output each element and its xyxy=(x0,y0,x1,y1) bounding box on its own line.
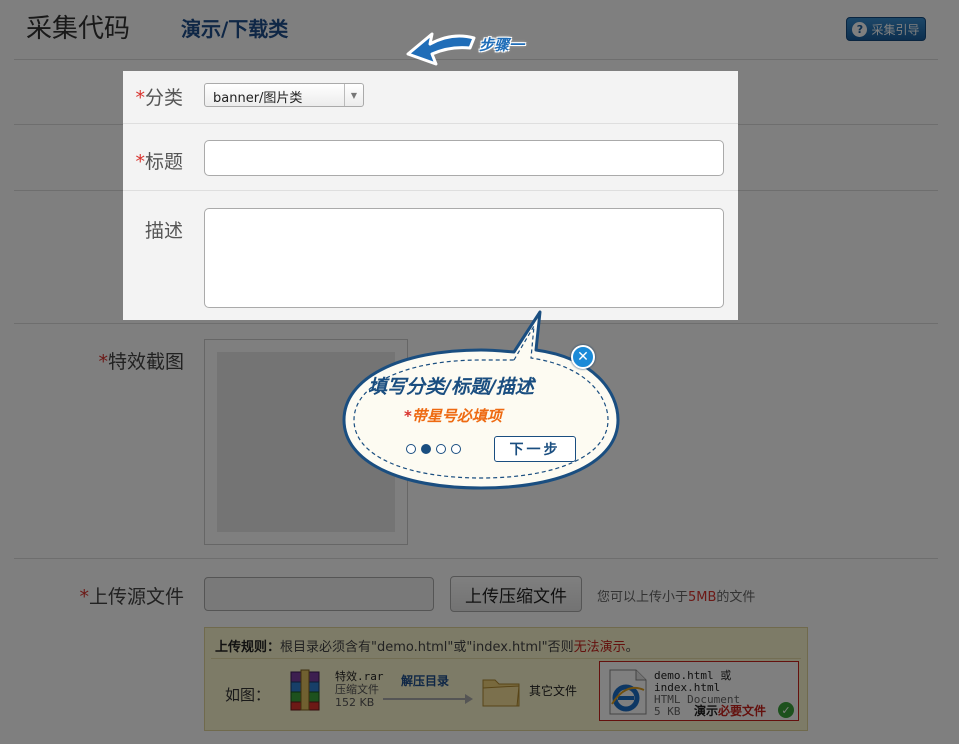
category-label-text: 分类 xyxy=(144,87,183,109)
step-dot-2[interactable] xyxy=(421,444,431,454)
speech-bubble xyxy=(342,310,620,490)
required-star: * xyxy=(135,151,145,173)
description-textarea[interactable] xyxy=(204,208,724,308)
title-label: *标题 xyxy=(123,147,183,174)
step-label: 步骤一 xyxy=(479,36,525,54)
divider xyxy=(123,190,738,191)
required-star: * xyxy=(404,407,412,425)
step-dot-4[interactable] xyxy=(451,444,461,454)
bubble-note-text: 带星号必填项 xyxy=(411,407,502,425)
step-dots xyxy=(406,444,461,454)
step-pointer-arrow-icon xyxy=(406,32,476,66)
bubble-note: *带星号必填项 xyxy=(404,405,502,426)
required-star: * xyxy=(135,87,145,109)
step-dot-3[interactable] xyxy=(436,444,446,454)
step-dot-1[interactable] xyxy=(406,444,416,454)
chevron-down-icon: ▼ xyxy=(344,84,363,106)
description-label: 描述 xyxy=(144,220,183,242)
divider xyxy=(123,123,738,124)
title-input[interactable] xyxy=(204,140,724,176)
highlighted-form-panel: *分类 banner/图片类 ▼ *标题 描述 xyxy=(123,71,738,320)
category-select[interactable]: banner/图片类 ▼ xyxy=(204,83,364,107)
category-label: *分类 xyxy=(123,83,183,110)
close-guide-button[interactable]: ✕ xyxy=(571,345,595,369)
title-label-text: 标题 xyxy=(144,151,183,173)
category-select-value: banner/图片类 xyxy=(213,91,303,106)
bubble-title: 填写分类/标题/描述 xyxy=(368,376,534,398)
next-step-button[interactable]: 下一步 xyxy=(494,436,576,462)
